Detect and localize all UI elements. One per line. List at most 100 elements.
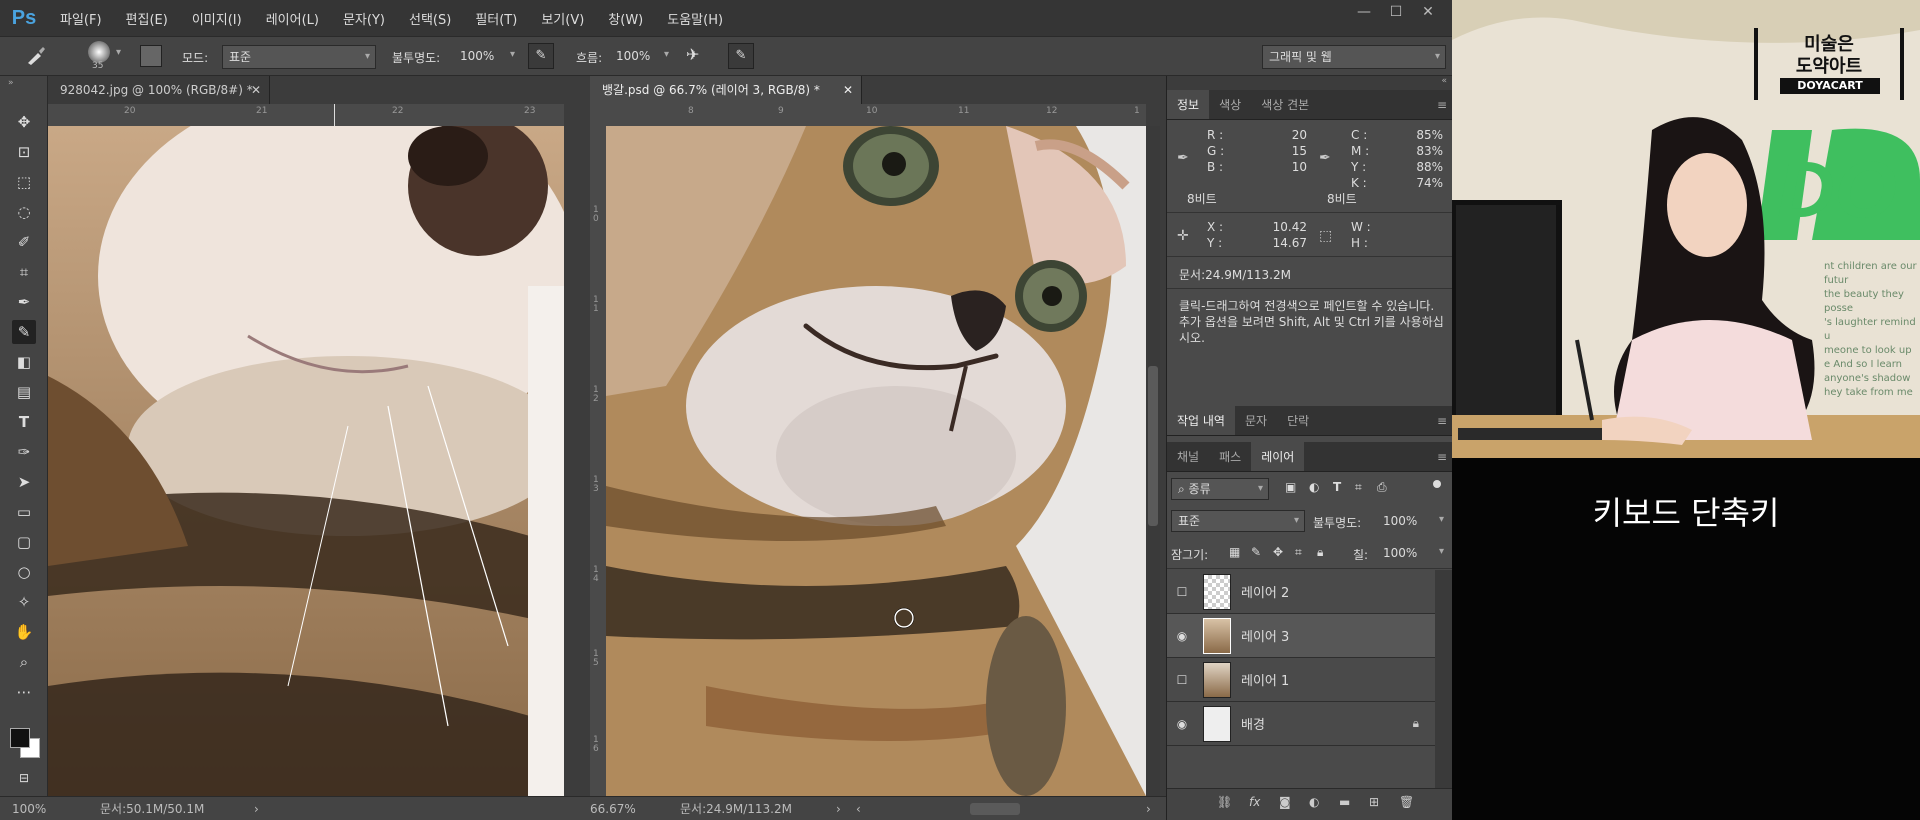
menu-help[interactable]: 도움말(H): [655, 9, 735, 28]
group-folder-icon[interactable]: ▬: [1339, 795, 1350, 809]
gradient-tool-icon[interactable]: ▤: [12, 380, 36, 404]
zoom-level[interactable]: 100%: [12, 797, 46, 820]
scroll-right-icon[interactable]: ›: [1146, 797, 1151, 820]
quick-select-tool-icon[interactable]: ✐: [12, 230, 36, 254]
panel-menu-icon[interactable]: ≡: [1437, 90, 1447, 120]
brush-tool-icon[interactable]: ✎: [12, 320, 36, 344]
chevron-right-icon[interactable]: ›: [836, 797, 841, 820]
brush-preset-icon[interactable]: [88, 41, 110, 63]
filter-smart-icon[interactable]: ⎙: [1377, 480, 1387, 495]
scrollbar-thumb[interactable]: [1148, 366, 1158, 526]
lock-transparent-icon[interactable]: ▦: [1229, 545, 1240, 559]
pressure-opacity-icon[interactable]: ✎: [528, 43, 554, 69]
screen-mode-icon[interactable]: ⊟: [12, 766, 36, 790]
opacity-value[interactable]: 100%: [460, 49, 494, 63]
rounded-rect-tool-icon[interactable]: ▢: [12, 530, 36, 554]
blend-mode-select[interactable]: 표준 ▾: [1171, 510, 1305, 532]
pressure-size-icon[interactable]: ✎: [728, 43, 754, 69]
new-layer-icon[interactable]: ⊞: [1369, 795, 1379, 809]
tab-color[interactable]: 색상: [1209, 90, 1251, 119]
lock-all-icon[interactable]: 🔒︎: [1317, 545, 1323, 560]
tab-channels[interactable]: 채널: [1167, 442, 1209, 471]
eye-icon[interactable]: ◉: [1167, 629, 1197, 643]
move-tool-icon[interactable]: ✥: [12, 110, 36, 134]
layer-row-layer2[interactable]: ☐ 레이어 2: [1167, 570, 1435, 614]
trash-icon[interactable]: 🗑︎: [1399, 795, 1414, 809]
layer-name[interactable]: 레이어 1: [1241, 670, 1289, 689]
eyedropper-tool-icon[interactable]: ✒: [12, 290, 36, 314]
tab-paths[interactable]: 패스: [1209, 442, 1251, 471]
scroll-left-icon[interactable]: ‹: [856, 797, 861, 820]
lock-image-icon[interactable]: ✎: [1251, 545, 1261, 559]
pen-tool-icon[interactable]: ✑: [12, 440, 36, 464]
chevron-right-icon[interactable]: ›: [254, 797, 259, 820]
type-tool-icon[interactable]: T: [12, 410, 36, 434]
filter-pixel-icon[interactable]: ▣: [1285, 480, 1296, 494]
minimize-button[interactable]: —: [1348, 0, 1380, 24]
layer-mask-icon[interactable]: ◙: [1279, 795, 1291, 809]
filter-type-icon[interactable]: T: [1333, 480, 1341, 494]
menu-file[interactable]: 파일(F): [48, 9, 114, 28]
canvas-painting[interactable]: [606, 126, 1146, 796]
brush-tool-icon[interactable]: [24, 45, 50, 67]
tab-character[interactable]: 문자: [1235, 406, 1277, 435]
close-icon[interactable]: ✕: [843, 76, 853, 104]
horizontal-scrollbar-thumb[interactable]: [970, 803, 1020, 815]
vertical-scrollbar[interactable]: [1146, 126, 1160, 796]
filter-shape-icon[interactable]: ⌗: [1355, 480, 1362, 495]
hand-tool-icon[interactable]: ✋: [12, 620, 36, 644]
path-select-tool-icon[interactable]: ➤: [12, 470, 36, 494]
fill-value[interactable]: 100%: [1383, 546, 1417, 560]
layer-row-background[interactable]: ◉ 배경 🔒︎: [1167, 702, 1435, 746]
layer-name[interactable]: 레이어 2: [1241, 582, 1289, 601]
lock-position-icon[interactable]: ✥: [1273, 545, 1283, 559]
artboard-tool-icon[interactable]: ⊡: [12, 140, 36, 164]
tab-layers[interactable]: 레이어: [1251, 442, 1305, 471]
fx-icon[interactable]: fx: [1249, 795, 1260, 809]
menu-view[interactable]: 보기(V): [529, 9, 596, 28]
layer-name[interactable]: 레이어 3: [1241, 626, 1289, 645]
close-icon[interactable]: ✕: [251, 76, 261, 104]
zoom-tool-icon[interactable]: ⌕: [12, 650, 36, 674]
chevron-down-icon[interactable]: ▾: [664, 49, 669, 60]
custom-shape-tool-icon[interactable]: ✧: [12, 590, 36, 614]
lock-artboard-icon[interactable]: ⌗: [1295, 545, 1302, 560]
brush-panel-icon[interactable]: [140, 45, 162, 67]
menu-filter[interactable]: 필터(T): [463, 9, 529, 28]
workspace-select[interactable]: 그래픽 및 웹 ▾: [1262, 45, 1446, 69]
more-tools-icon[interactable]: ⋯: [12, 680, 36, 704]
marquee-tool-icon[interactable]: ⬚: [12, 170, 36, 194]
link-layers-icon[interactable]: ⛓: [1217, 795, 1232, 809]
layer-row-layer1[interactable]: ☐ 레이어 1: [1167, 658, 1435, 702]
filter-toggle-icon[interactable]: [1433, 480, 1441, 488]
airbrush-icon[interactable]: ✈: [686, 45, 699, 64]
foreground-color-swatch[interactable]: [10, 728, 30, 748]
menu-window[interactable]: 창(W): [596, 9, 655, 28]
lasso-tool-icon[interactable]: ◌: [12, 200, 36, 224]
visibility-off-icon[interactable]: ☐: [1167, 673, 1197, 687]
tab-swatches[interactable]: 색상 견본: [1251, 90, 1319, 119]
layer-filter-select[interactable]: ⌕ 종류 ▾: [1171, 478, 1269, 500]
ellipse-tool-icon[interactable]: ○: [12, 560, 36, 584]
mode-select[interactable]: 표준 ▾: [222, 45, 376, 69]
adjustment-layer-icon[interactable]: ◐: [1309, 795, 1319, 809]
menu-edit[interactable]: 편집(E): [114, 9, 180, 28]
chevron-down-icon[interactable]: ▾: [1439, 546, 1444, 557]
filter-adjustment-icon[interactable]: ◐: [1309, 480, 1319, 494]
document-tab-1[interactable]: 928042.jpg @ 100% (RGB/8#) * ✕: [48, 76, 270, 104]
layer-name[interactable]: 배경: [1241, 714, 1265, 733]
menu-layer[interactable]: 레이어(L): [254, 9, 331, 28]
panel-menu-icon[interactable]: ≡: [1437, 406, 1447, 436]
collapse-panels-icon[interactable]: «: [1167, 76, 1452, 88]
tab-info[interactable]: 정보: [1167, 90, 1210, 119]
layer-opacity-value[interactable]: 100%: [1383, 514, 1417, 528]
close-button[interactable]: ✕: [1412, 0, 1444, 24]
crop-tool-icon[interactable]: ⌗: [12, 260, 36, 284]
menu-image[interactable]: 이미지(I): [180, 9, 254, 28]
menu-type[interactable]: 문자(Y): [331, 9, 397, 28]
visibility-off-icon[interactable]: ☐: [1167, 585, 1197, 599]
layer-row-layer3[interactable]: ◉ 레이어 3: [1167, 614, 1435, 658]
panel-menu-icon[interactable]: ≡: [1437, 442, 1447, 472]
chevron-down-icon[interactable]: ▾: [1439, 514, 1444, 525]
zoom-level[interactable]: 66.67%: [590, 797, 636, 820]
